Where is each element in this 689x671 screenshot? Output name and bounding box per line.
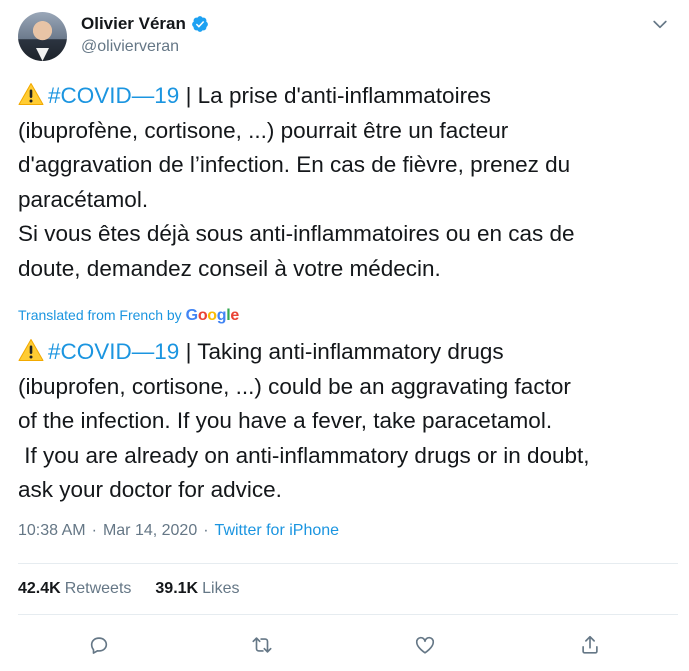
translated-line-text: | Taking anti-inflammatory drugs [179, 339, 504, 364]
translated-line-1: #COVID—19 | Taking anti-inflammatory dru… [18, 335, 678, 370]
reply-button[interactable] [82, 628, 116, 662]
author-handle[interactable]: @olivierveran [81, 38, 209, 56]
likes-count: 39.1K [155, 580, 199, 597]
likes-label: Likes [202, 580, 240, 597]
hashtag-link[interactable]: #COVID—19 [48, 339, 179, 364]
tweet: Olivier Véran @olivierveran #COVID—19 | … [0, 0, 689, 671]
display-name-row: Olivier Véran [81, 14, 209, 34]
original-line-3: d'aggravation de l’infection. En cas de … [18, 152, 571, 177]
tweet-date[interactable]: Mar 14, 2020 [103, 522, 197, 540]
tweet-original-text: #COVID—19 | La prise d'anti-inflammatoir… [18, 79, 678, 286]
original-line-6: doute, demandez conseil à votre médecin. [18, 255, 441, 281]
tweet-time[interactable]: 10:38 AM [18, 522, 86, 540]
translation-attribution[interactable]: Translated from French by Google [18, 307, 239, 325]
translated-line-2: (ibuprofen, cortisone, ...) could be an … [18, 373, 571, 399]
retweet-icon [252, 637, 272, 653]
retweets-stat[interactable]: 42.4K Retweets [18, 580, 131, 598]
like-button[interactable] [408, 628, 442, 662]
original-line-1: #COVID—19 | La prise d'anti-inflammatoir… [18, 79, 678, 114]
author-names: Olivier Véran @olivierveran [81, 14, 209, 56]
original-line-2: (ibuprofène, cortisone, ...) pourrait êt… [18, 117, 509, 143]
translated-line-5: ask your doctor for advice. [18, 477, 282, 502]
tweet-header: Olivier Véran @olivierveran [18, 8, 678, 64]
tweet-meta: 10:38 AM · Mar 14, 2020 · Twitter for iP… [18, 522, 339, 540]
share-icon [582, 635, 598, 654]
reply-icon [90, 637, 108, 654]
display-name[interactable]: Olivier Véran [81, 14, 186, 34]
heart-icon [415, 636, 435, 654]
chevron-down-icon[interactable] [650, 14, 670, 34]
share-button[interactable] [573, 628, 607, 662]
likes-stat[interactable]: 39.1K Likes [155, 580, 239, 598]
translation-label: Translated from French by [18, 307, 182, 323]
tweet-actions [0, 628, 689, 662]
meta-separator: · [91, 522, 97, 539]
warning-icon [18, 339, 44, 361]
original-line-text: | La prise d'anti-inflammatoires [179, 83, 491, 108]
original-line-5: Si vous êtes déjà sous anti-inflammatoir… [18, 221, 575, 246]
retweets-count: 42.4K [18, 580, 61, 597]
retweets-label: Retweets [64, 580, 132, 597]
divider [18, 563, 678, 564]
meta-separator: · [203, 522, 209, 539]
retweet-button[interactable] [245, 628, 279, 662]
avatar[interactable] [18, 12, 67, 61]
verified-badge-icon [192, 16, 208, 32]
google-logo: Google [185, 307, 240, 324]
original-line-4: paracétamol. [18, 186, 149, 212]
tweet-stats: 42.4K Retweets 39.1K Likes [18, 580, 239, 598]
translated-line-3: of the infection. If you have a fever, t… [18, 408, 553, 433]
translated-line-4: If you are already on anti-inflammatory … [18, 442, 590, 468]
hashtag-link[interactable]: #COVID—19 [48, 83, 179, 108]
tweet-source-link[interactable]: Twitter for iPhone [215, 522, 340, 540]
divider [18, 614, 678, 615]
warning-icon [18, 83, 44, 105]
tweet-translated-text: #COVID—19 | Taking anti-inflammatory dru… [18, 335, 678, 508]
